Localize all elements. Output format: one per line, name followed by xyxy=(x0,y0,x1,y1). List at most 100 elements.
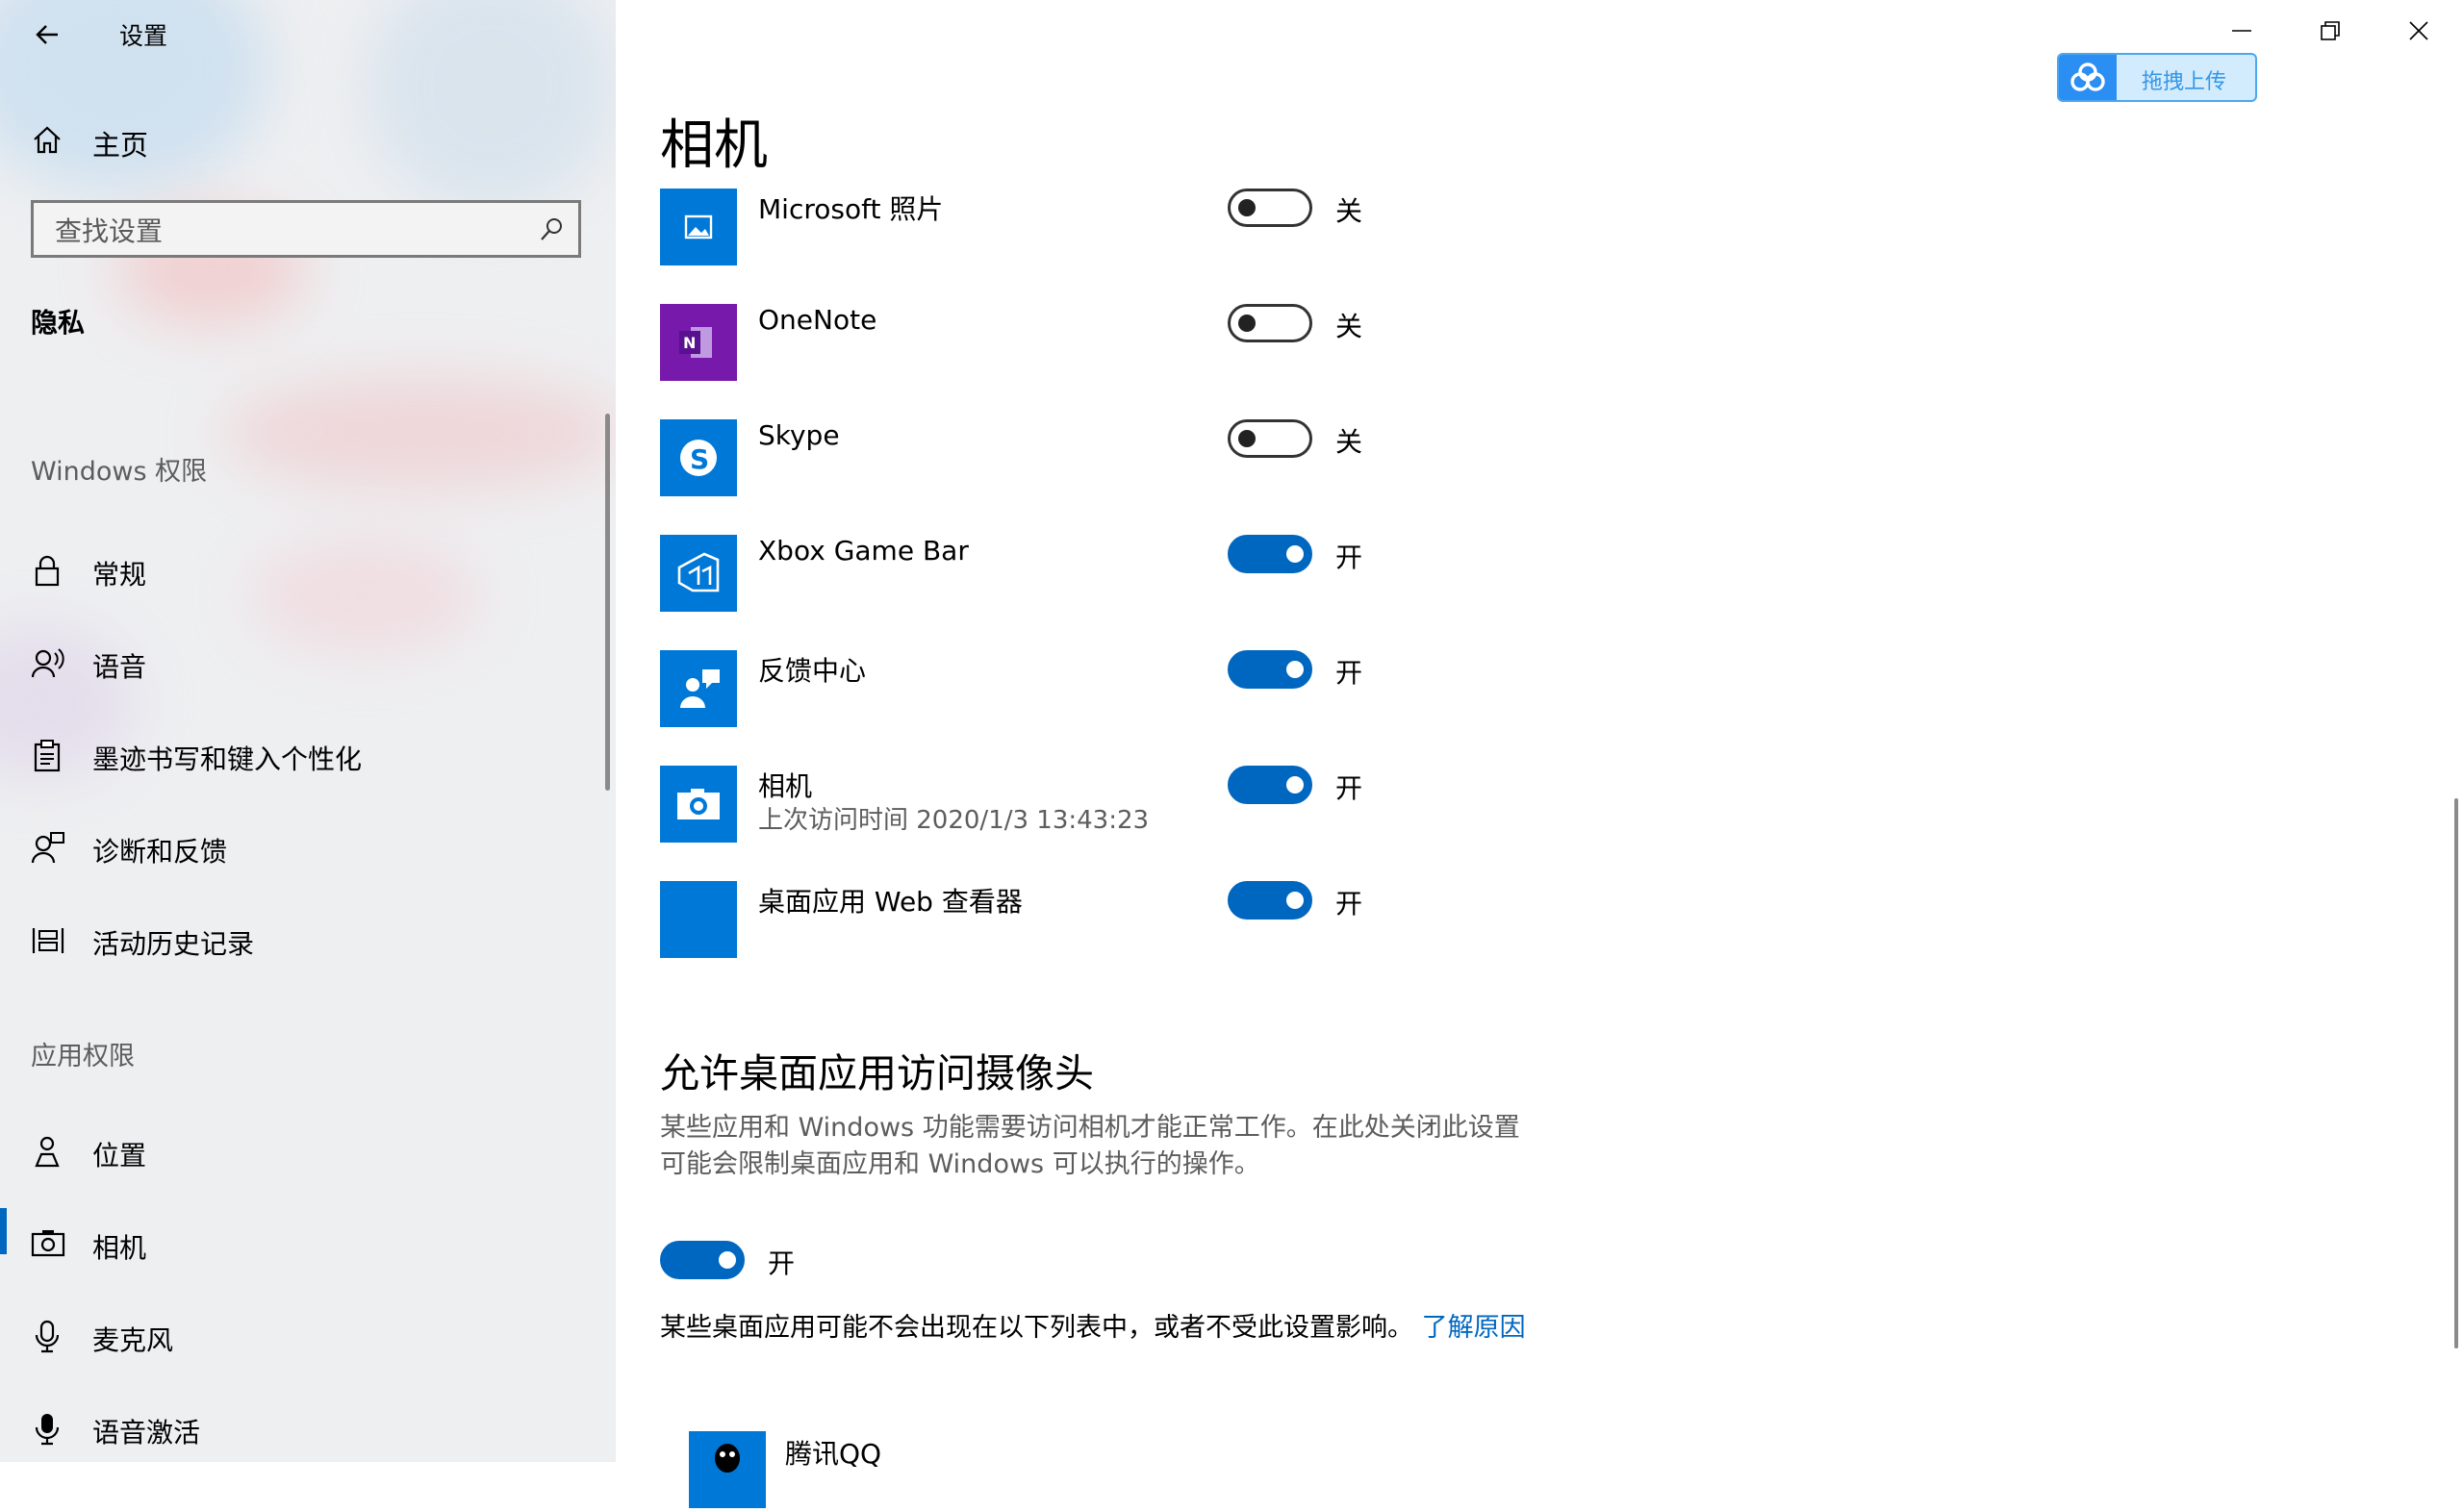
speech-icon xyxy=(31,648,64,678)
restore-button[interactable] xyxy=(2296,10,2365,52)
toggle-knob xyxy=(719,1251,736,1269)
sidebar-item-activity-history[interactable]: 活动历史记录 xyxy=(0,910,616,971)
learn-why-link[interactable]: 了解原因 xyxy=(1422,1313,1526,1343)
main-scrollbar[interactable] xyxy=(2454,798,2458,1348)
app-name: 腾讯QQ xyxy=(785,1438,882,1470)
desktop-apps-camera-toggle[interactable] xyxy=(660,1241,745,1279)
toggle-state-label: 开 xyxy=(1335,657,1363,689)
drag-upload-button[interactable]: 拖拽上传 xyxy=(2057,53,2257,102)
cloud-logo xyxy=(2059,55,2117,100)
xbox-game-bar-icon xyxy=(660,535,737,612)
app-name: 反馈中心 xyxy=(758,655,867,687)
app-row-skype: S Skype 关 xyxy=(660,419,1526,498)
note-text: 某些桌面应用可能不会出现在以下列表中，或者不受此设置影响。 xyxy=(660,1313,1413,1343)
camera-access-toggle[interactable] xyxy=(1228,304,1312,342)
cloud-icon xyxy=(2070,63,2105,91)
camera-access-toggle[interactable] xyxy=(1228,419,1312,458)
camera-access-toggle[interactable] xyxy=(1228,535,1312,573)
restore-icon xyxy=(2321,21,2340,40)
sidebar-item-voice-activation[interactable]: 语音激活 xyxy=(0,1399,616,1460)
web-viewer-icon xyxy=(660,881,737,958)
close-icon xyxy=(2409,21,2428,40)
microphone-icon xyxy=(35,1320,60,1353)
back-button[interactable] xyxy=(31,17,65,52)
upload-label: 拖拽上传 xyxy=(2142,70,2227,94)
group-header-app-permissions: 应用权限 xyxy=(31,1042,135,1071)
skype-icon: S xyxy=(660,419,737,496)
acrylic-blur xyxy=(366,0,616,212)
app-name: Microsoft 照片 xyxy=(758,193,944,225)
toggle-state-label: 开 xyxy=(1335,772,1363,804)
sidebar: 设置 主页 隐私 Windows 权限 常规 语音 xyxy=(0,0,616,1462)
app-name: 桌面应用 Web 查看器 xyxy=(758,886,1023,918)
sidebar-item-camera[interactable]: 相机 xyxy=(0,1214,616,1275)
page-title: 相机 xyxy=(660,114,768,177)
clipboard-icon xyxy=(34,740,61,772)
lock-icon xyxy=(35,555,60,587)
camera-access-toggle[interactable] xyxy=(1228,650,1312,689)
last-access-time: 上次访问时间 2020/1/3 13:43:23 xyxy=(758,806,1150,835)
camera-access-toggle[interactable] xyxy=(1228,881,1312,920)
toggle-state-label: 关 xyxy=(1335,195,1363,227)
toggle-state-label: 关 xyxy=(1335,311,1363,342)
group-header-windows: Windows 权限 xyxy=(31,457,208,487)
sidebar-item-home[interactable]: 主页 xyxy=(0,113,616,167)
app-row-xbox-game-bar: Xbox Game Bar 开 xyxy=(660,535,1526,614)
sidebar-item-label: 麦克风 xyxy=(92,1324,174,1356)
sidebar-item-label: 位置 xyxy=(92,1140,147,1172)
arrow-left-icon xyxy=(36,25,58,44)
feedback-hub-icon xyxy=(660,650,737,727)
window-title: 设置 xyxy=(119,22,168,50)
sidebar-item-label: 常规 xyxy=(92,559,147,591)
app-name: 相机 xyxy=(758,770,813,802)
sidebar-item-location[interactable]: 位置 xyxy=(0,1121,616,1183)
app-row-camera: 相机 上次访问时间 2020/1/3 13:43:23 开 xyxy=(660,766,1526,844)
sidebar-scrollbar[interactable] xyxy=(605,414,610,791)
search-icon[interactable] xyxy=(538,216,565,243)
minimize-button[interactable] xyxy=(2207,10,2276,52)
toggle-knob xyxy=(1286,776,1304,794)
sidebar-item-speech[interactable]: 语音 xyxy=(0,633,616,694)
sidebar-item-label: 相机 xyxy=(92,1232,147,1264)
app-row-photos: Microsoft 照片 关 xyxy=(660,189,1526,267)
camera-access-toggle[interactable] xyxy=(1228,189,1312,227)
toggle-knob xyxy=(1286,892,1304,909)
feedback-person-icon xyxy=(31,832,64,864)
app-row-onenote: N OneNote 关 xyxy=(660,304,1526,383)
toggle-knob xyxy=(1238,199,1256,216)
desktop-apps-heading: 允许桌面应用访问摄像头 xyxy=(660,1050,1094,1096)
app-name: Xbox Game Bar xyxy=(758,535,969,567)
camera-access-toggle[interactable] xyxy=(1228,766,1312,804)
desktop-apps-description: 某些应用和 Windows 功能需要访问相机才能正常工作。在此处关闭此设置可能会… xyxy=(660,1113,1520,1179)
desktop-app-row-qq: 腾讯QQ xyxy=(689,1431,1362,1508)
sidebar-item-diagnostics[interactable]: 诊断和反馈 xyxy=(0,818,616,879)
app-name: Skype xyxy=(758,419,840,451)
sidebar-item-label: 主页 xyxy=(92,129,149,162)
search-input[interactable] xyxy=(53,211,519,251)
voice-activation-icon xyxy=(35,1414,60,1446)
toggle-knob xyxy=(1286,661,1304,678)
toggle-state-label: 开 xyxy=(1335,888,1363,920)
toggle-knob xyxy=(1238,430,1256,447)
sidebar-item-label: 活动历史记录 xyxy=(92,928,255,960)
sidebar-item-microphone[interactable]: 麦克风 xyxy=(0,1306,616,1368)
sidebar-item-label: 墨迹书写和键入个性化 xyxy=(92,743,363,775)
sidebar-item-label: 语音 xyxy=(92,651,147,683)
sidebar-item-inking-typing[interactable]: 墨迹书写和键入个性化 xyxy=(0,725,616,787)
app-row-web-viewer: 桌面应用 Web 查看器 开 xyxy=(660,881,1526,960)
search-field[interactable] xyxy=(31,200,581,258)
app-name: OneNote xyxy=(758,304,877,336)
sidebar-item-label: 语音激活 xyxy=(92,1417,201,1449)
close-button[interactable] xyxy=(2384,10,2453,52)
toggle-knob xyxy=(1286,545,1304,563)
toggle-state-label: 关 xyxy=(1335,426,1363,458)
svg-text:N: N xyxy=(683,334,696,352)
sidebar-item-label: 诊断和反馈 xyxy=(92,836,228,868)
toggle-state-label: 开 xyxy=(768,1247,796,1279)
minimize-icon xyxy=(2232,30,2251,32)
photos-icon xyxy=(660,189,737,265)
desktop-apps-note: 某些桌面应用可能不会出现在以下列表中，或者不受此设置影响。 了解原因 xyxy=(660,1310,1526,1347)
camera-icon xyxy=(31,1230,65,1257)
sidebar-item-general[interactable]: 常规 xyxy=(0,541,616,602)
toggle-knob xyxy=(1238,315,1256,332)
